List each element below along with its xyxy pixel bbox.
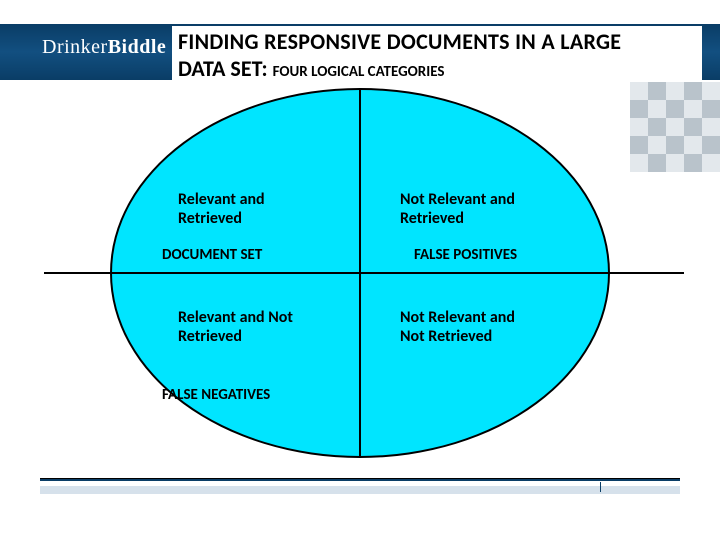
quadrant-bottom-left-label: Relevant and NotRetrieved <box>178 308 338 346</box>
quadrant-bottom-right-label: Not Relevant andNot Retrieved <box>400 308 560 346</box>
slide-title: FINDING RESPONSIVE DOCUMENTS IN A LARGE … <box>172 26 702 86</box>
quadrant-top-right-caption: FALSE POSITIVES <box>414 246 517 264</box>
title-line-2: DATA SET: FOUR LOGICAL CATEGORIES <box>178 55 696 82</box>
title-line-1: FINDING RESPONSIVE DOCUMENTS IN A LARGE <box>178 28 696 55</box>
brand-logo: DrinkerBiddle <box>42 36 166 59</box>
quadrant-top-left-caption: DOCUMENT SET <box>162 246 262 264</box>
footer-accent <box>40 486 680 494</box>
title-main: DATA SET: <box>178 55 268 82</box>
title-subtitle: FOUR LOGICAL CATEGORIES <box>273 63 445 81</box>
footer-tick <box>600 482 601 492</box>
quadrant-bottom-left-caption: FALSE NEGATIVES <box>162 386 270 404</box>
footer-rule <box>40 478 680 481</box>
quadrant-top-right-label: Not Relevant andRetrieved <box>400 190 515 228</box>
quadrant-top-left-label: Relevant andRetrieved <box>178 190 265 228</box>
checker-decoration <box>630 82 720 172</box>
brand-part-2: Biddle <box>108 36 167 58</box>
brand-part-1: Drinker <box>42 36 108 58</box>
horizontal-divider <box>44 272 684 274</box>
slide: DrinkerBiddle FINDING RESPONSIVE DOCUMEN… <box>0 0 720 540</box>
